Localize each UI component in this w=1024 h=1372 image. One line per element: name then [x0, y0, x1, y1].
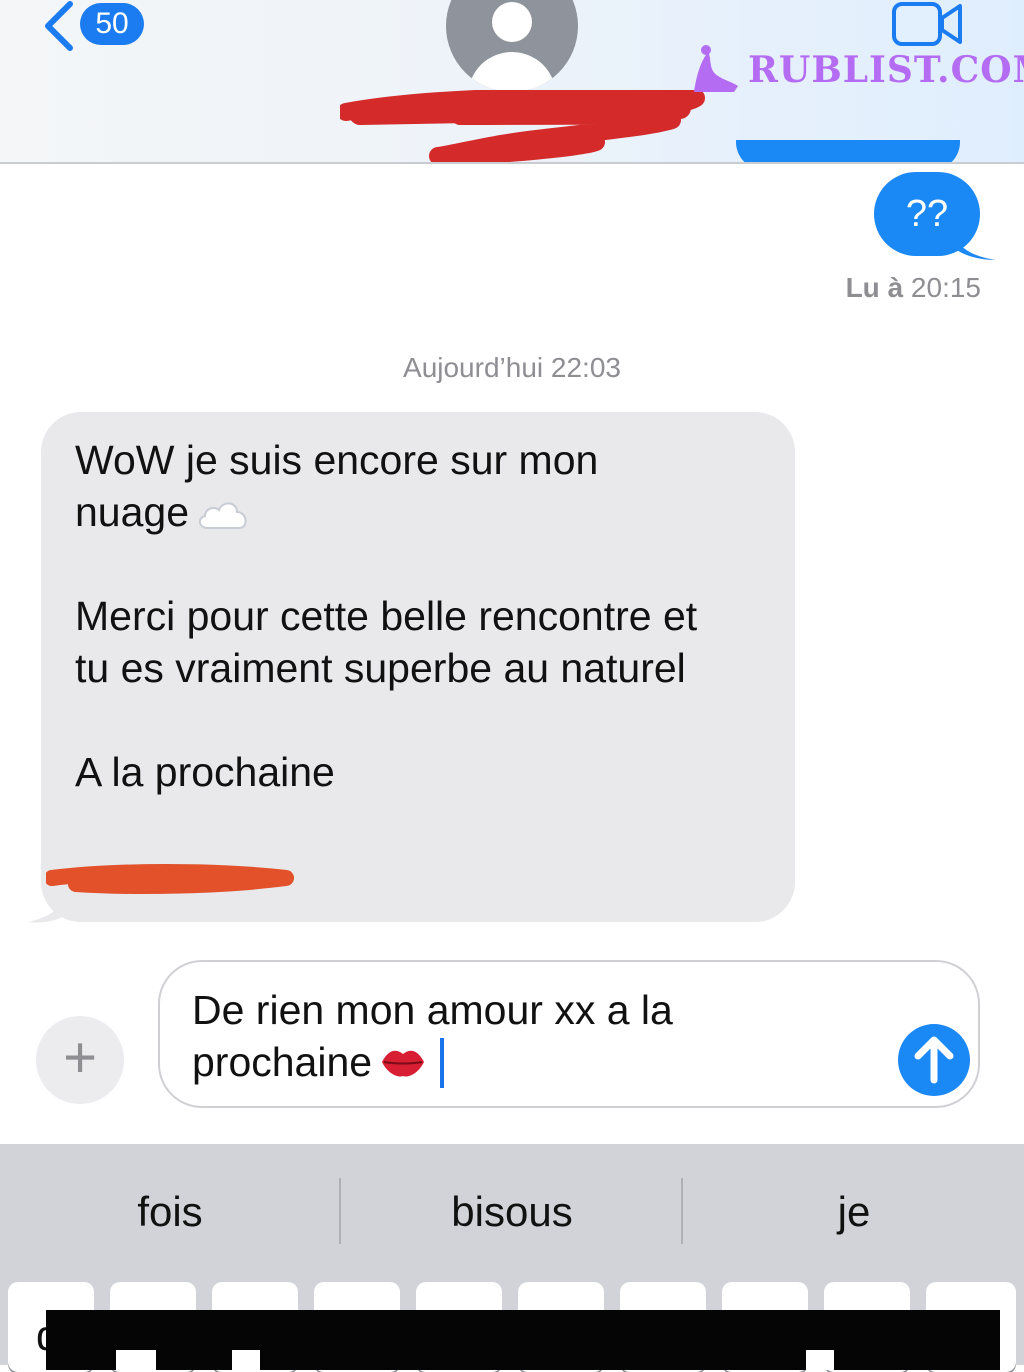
conversation-timestamp: Aujourd’hui 22:03 — [403, 352, 621, 383]
draft-line: prochaine — [192, 1036, 872, 1088]
received-message-bubble[interactable]: WoW je suis encore sur mon nuage Merci p… — [41, 412, 795, 922]
redaction-bar — [46, 1310, 1000, 1370]
text-cursor — [440, 1038, 445, 1088]
chevron-left-icon — [45, 1, 73, 51]
text-fragment — [232, 1350, 260, 1370]
conversation-header: 50 RUBLIST.COM — [0, 0, 1024, 164]
add-attachment-button[interactable]: + — [36, 1016, 124, 1104]
draft-line: De rien mon amour xx a la — [192, 987, 673, 1033]
text-fragment — [116, 1350, 156, 1370]
arrow-up-icon — [914, 1036, 954, 1084]
message-draft: De rien mon amour xx a la prochaine — [192, 984, 872, 1088]
suggestion-fois[interactable]: fois — [0, 1144, 340, 1276]
read-receipt-label: Lu à — [845, 272, 904, 303]
contact-avatar[interactable] — [446, 0, 578, 92]
watermark-logo-icon — [694, 45, 738, 92]
message-line: tu es vraiment superbe au naturel — [75, 645, 686, 691]
sent-bubble-tail — [950, 226, 996, 260]
send-button[interactable] — [898, 1024, 970, 1096]
avatar-head-shape — [492, 2, 532, 42]
suggestion-je[interactable]: je — [684, 1144, 1024, 1276]
message-line: Merci pour cette belle rencontre et — [75, 593, 698, 639]
text-fragment — [806, 1350, 834, 1370]
read-receipt: Lu à 20:15 — [846, 272, 981, 304]
redacted-contact-name — [340, 90, 705, 162]
cloud-emoji-icon — [199, 502, 247, 530]
unread-count-badge: 50 — [80, 3, 144, 45]
kiss-lips-emoji-icon — [382, 1050, 425, 1077]
back-button[interactable]: 50 — [38, 0, 148, 56]
message-line: A la prochaine — [75, 749, 335, 795]
avatar-body-shape — [468, 52, 556, 92]
message-line: nuage — [75, 486, 761, 538]
suggestion-divider — [339, 1178, 341, 1244]
watermark: RUBLIST.COM — [688, 40, 1024, 100]
suggestion-bisous[interactable]: bisous — [342, 1144, 682, 1276]
watermark-text: RUBLIST.COM — [748, 49, 1024, 91]
redacted-signature — [46, 864, 294, 894]
suggestion-divider — [681, 1178, 683, 1244]
message-line: WoW je suis encore sur mon — [75, 437, 599, 483]
message-input[interactable]: De rien mon amour xx a la prochaine — [158, 960, 980, 1108]
previous-sent-bubble-fragment — [736, 140, 960, 162]
read-receipt-time: 20:15 — [910, 272, 981, 303]
